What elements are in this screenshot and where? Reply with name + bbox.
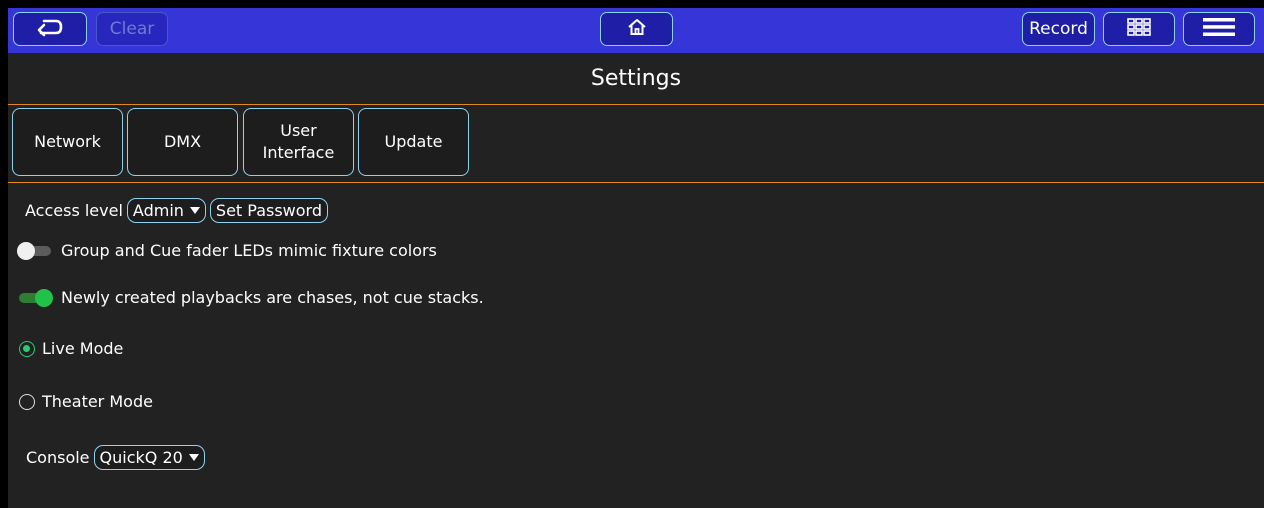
back-button[interactable]	[13, 12, 87, 46]
theater-mode-radio[interactable]	[19, 393, 35, 410]
grid-icon	[1127, 17, 1151, 41]
theater-mode-option[interactable]: Theater Mode	[19, 392, 153, 411]
console-value: QuickQ 20	[99, 448, 183, 467]
home-button[interactable]	[600, 12, 673, 46]
tab-label: Update	[384, 132, 443, 151]
record-button-label: Record	[1029, 19, 1088, 39]
live-mode-option[interactable]: Live Mode	[19, 339, 123, 358]
chases-setting: Newly created playbacks are chases, not …	[17, 288, 484, 307]
access-level-value: Admin	[132, 201, 184, 220]
home-icon	[627, 17, 647, 42]
top-toolbar: Clear Record	[8, 8, 1264, 53]
tab-label: Network	[34, 132, 101, 151]
clear-button-label: Clear	[109, 19, 155, 39]
return-arrow-icon	[35, 17, 65, 42]
live-mode-label: Live Mode	[42, 339, 124, 358]
title-bar: Settings	[8, 53, 1264, 105]
tab-user-interface[interactable]: User Interface	[243, 108, 354, 176]
access-level-label: Access level	[25, 201, 123, 220]
console-select[interactable]: QuickQ 20	[93, 445, 205, 470]
tab-label: User Interface	[262, 121, 335, 162]
set-password-label: Set Password	[215, 201, 322, 220]
fader-leds-label: Group and Cue fader LEDs mimic fixture c…	[61, 241, 437, 260]
chases-label: Newly created playbacks are chases, not …	[61, 288, 484, 307]
app-frame: Clear Record Settings Network DMX User I…	[8, 8, 1264, 508]
clear-button[interactable]: Clear	[96, 12, 168, 46]
set-password-button[interactable]: Set Password	[209, 198, 328, 223]
record-button[interactable]: Record	[1022, 12, 1095, 46]
console-label: Console	[26, 448, 90, 467]
access-level-row: Access level Admin Set Password	[25, 198, 328, 223]
grid-view-button[interactable]	[1103, 12, 1175, 46]
tab-network[interactable]: Network	[12, 108, 123, 176]
fader-leds-setting: Group and Cue fader LEDs mimic fixture c…	[17, 241, 437, 260]
page-title: Settings	[590, 66, 682, 91]
theater-mode-label: Theater Mode	[42, 392, 153, 411]
settings-tabs: Network DMX User Interface Update	[8, 105, 1264, 183]
tab-label: DMX	[163, 132, 202, 151]
main-menu-button[interactable]	[1183, 12, 1255, 46]
chevron-down-icon	[189, 207, 200, 214]
console-row: Console QuickQ 20	[26, 445, 205, 470]
hamburger-menu-icon	[1203, 17, 1235, 42]
access-level-select[interactable]: Admin	[126, 198, 206, 223]
fader-leds-toggle[interactable]	[17, 241, 53, 260]
live-mode-radio[interactable]	[19, 340, 35, 357]
tab-dmx[interactable]: DMX	[127, 108, 238, 176]
chases-toggle[interactable]	[17, 288, 53, 307]
chevron-down-icon	[188, 454, 199, 461]
tab-update[interactable]: Update	[358, 108, 469, 176]
